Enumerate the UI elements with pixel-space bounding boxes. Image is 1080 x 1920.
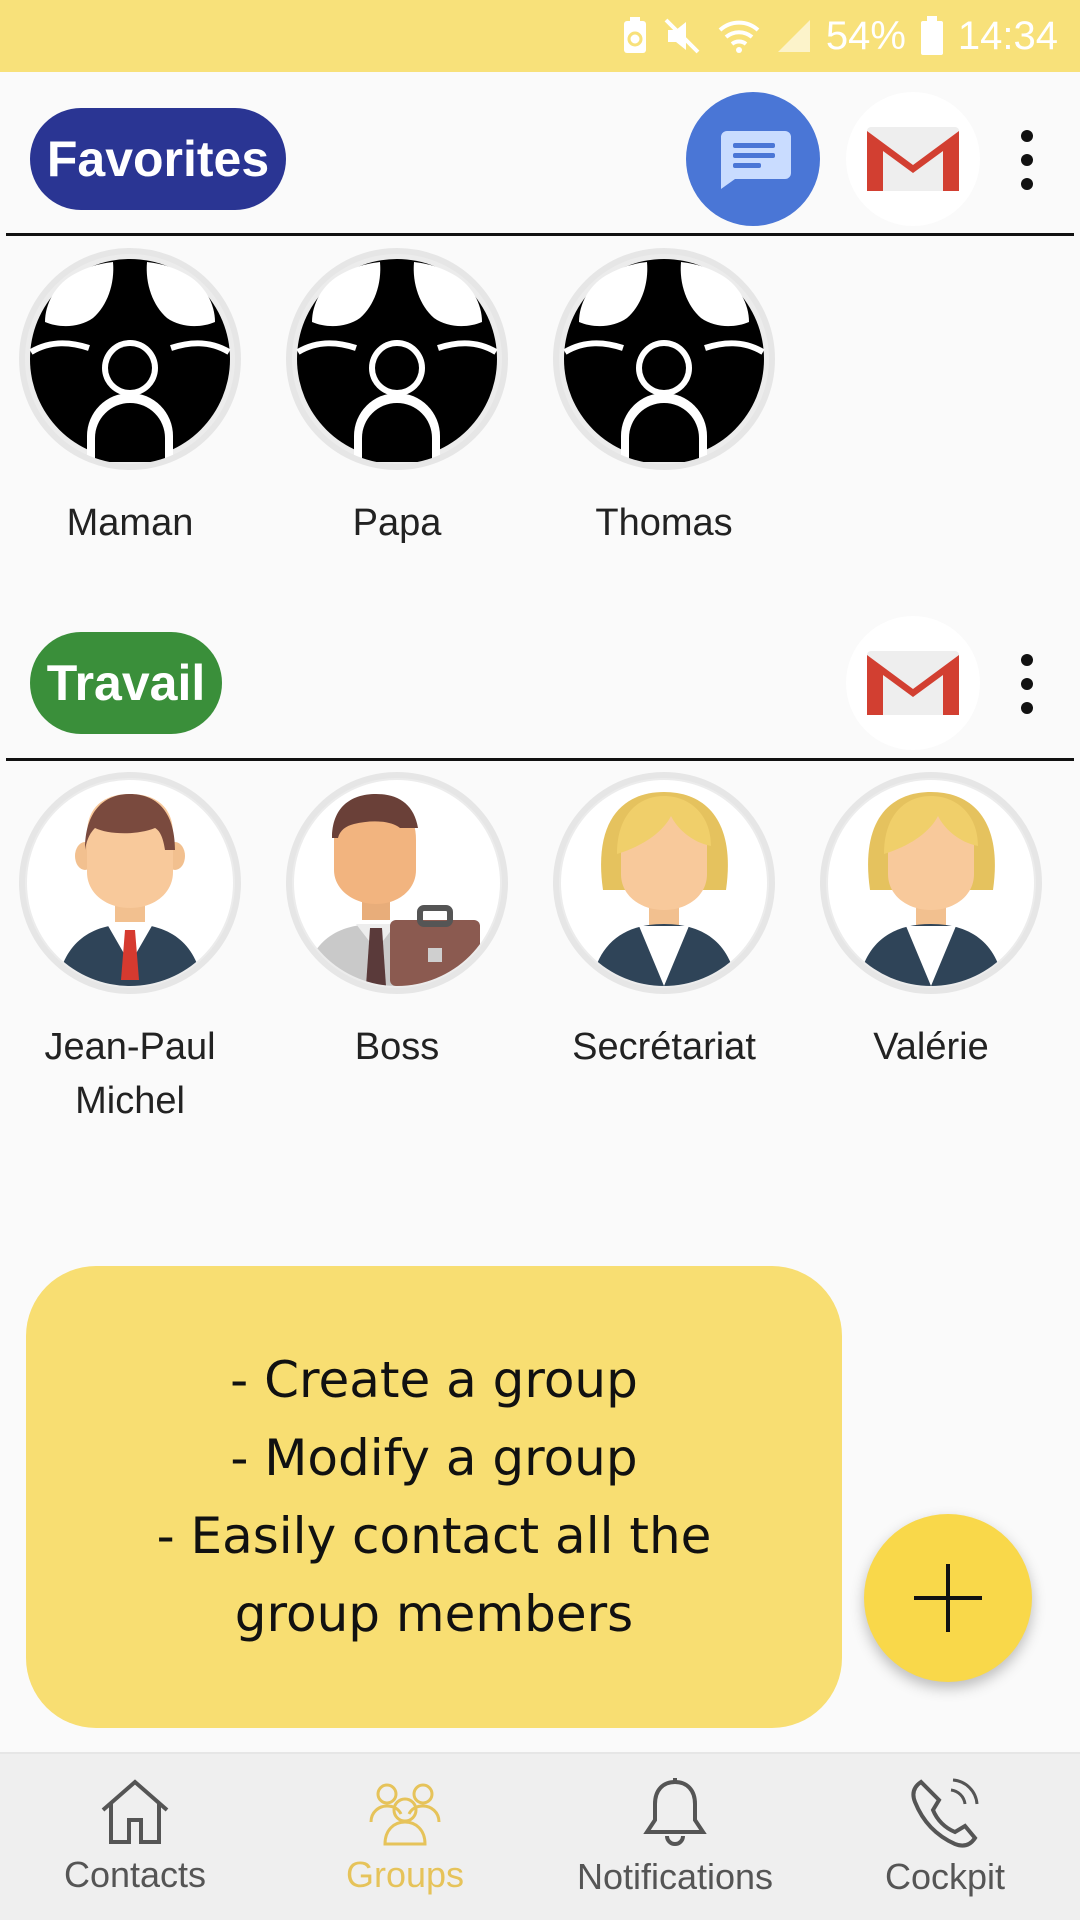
avatar [19, 248, 241, 470]
info-line: - Create a group [230, 1351, 638, 1409]
signal-icon [777, 20, 810, 52]
contact-name: Boss [354, 1026, 440, 1068]
nav-notifications[interactable]: Notifications [540, 1754, 810, 1920]
group-label-travail[interactable]: Travail [30, 632, 222, 734]
gmail-icon [867, 127, 959, 191]
businesswoman-avatar-icon [591, 792, 737, 986]
gmail-icon [867, 651, 959, 715]
battery-icon [920, 16, 943, 55]
info-line: - Modify a group [230, 1429, 638, 1487]
contact-valerie[interactable]: Valérie [816, 772, 1046, 1074]
info-line: group members [234, 1585, 634, 1643]
gmail-button-travail[interactable] [846, 616, 980, 750]
avatar [286, 248, 508, 470]
contact-name: Papa [352, 502, 442, 544]
group-avatar-icon [296, 259, 498, 462]
contact-maman[interactable]: Maman [15, 248, 245, 550]
nav-label: Contacts [63, 1854, 207, 1895]
contact-name: Secrétariat [572, 1026, 756, 1068]
nav-label: Notifications [576, 1856, 774, 1897]
nav-label: Groups [345, 1854, 465, 1895]
nav-cockpit[interactable]: Cockpit [810, 1754, 1080, 1920]
divider-travail [6, 758, 1074, 761]
avatar [820, 772, 1042, 994]
businesswoman-avatar-icon [858, 792, 1004, 986]
contact-name: Thomas [595, 502, 733, 544]
boss-avatar-icon [304, 794, 480, 986]
add-icon [914, 1564, 982, 1632]
contact-boss[interactable]: Boss [282, 772, 512, 1074]
contact-name: Valérie [873, 1026, 989, 1068]
bell-icon [643, 1778, 707, 1846]
avatar [19, 772, 241, 994]
info-bubble: - Create a group - Modify a group - Easi… [26, 1266, 842, 1728]
avatar [286, 772, 508, 994]
groups-icon [369, 1783, 441, 1846]
nav-contacts[interactable]: Contacts [0, 1754, 270, 1920]
group-avatar-icon [29, 259, 231, 462]
clock: 14:34 [957, 13, 1058, 58]
battery-percent: 54% [825, 13, 906, 58]
group-avatar-icon [563, 259, 765, 462]
businessman-avatar-icon [57, 794, 203, 986]
avatar [553, 772, 775, 994]
wifi-icon [718, 20, 760, 53]
mute-icon [664, 18, 700, 54]
contact-secretariat[interactable]: Secrétariat [549, 772, 779, 1074]
contact-name-line1: Jean-Paul [44, 1026, 216, 1068]
contact-name: Maman [66, 502, 194, 544]
messages-icon [721, 131, 791, 189]
bottom-nav: Contacts Groups Notifications Cockpit [0, 1752, 1080, 1920]
more-menu-travail[interactable] [1010, 654, 1044, 714]
nav-groups[interactable]: Groups [270, 1754, 540, 1920]
contact-thomas[interactable]: Thomas [549, 248, 779, 550]
battery-saver-icon [623, 17, 646, 53]
home-icon [101, 1779, 169, 1844]
status-icons: 54% 14:34 [622, 0, 1058, 72]
contact-jean-paul-michel[interactable]: Jean-Paul Michel [15, 772, 245, 1128]
divider-favorites [6, 233, 1074, 236]
phone-icon [911, 1778, 979, 1848]
add-group-button[interactable] [864, 1514, 1032, 1682]
messages-button[interactable] [686, 92, 820, 226]
nav-label: Cockpit [884, 1856, 1006, 1897]
contact-name-line2: Michel [75, 1080, 185, 1122]
group-label-favorites[interactable]: Favorites [30, 108, 286, 210]
contact-name: Jean-Paul Michel [15, 1020, 245, 1128]
contact-papa[interactable]: Papa [282, 248, 512, 550]
more-menu-favorites[interactable] [1010, 130, 1044, 190]
gmail-button-favorites[interactable] [846, 92, 980, 226]
info-line: - Easily contact all the [156, 1507, 712, 1565]
avatar [553, 248, 775, 470]
status-bar: 54% 14:34 [0, 0, 1080, 72]
